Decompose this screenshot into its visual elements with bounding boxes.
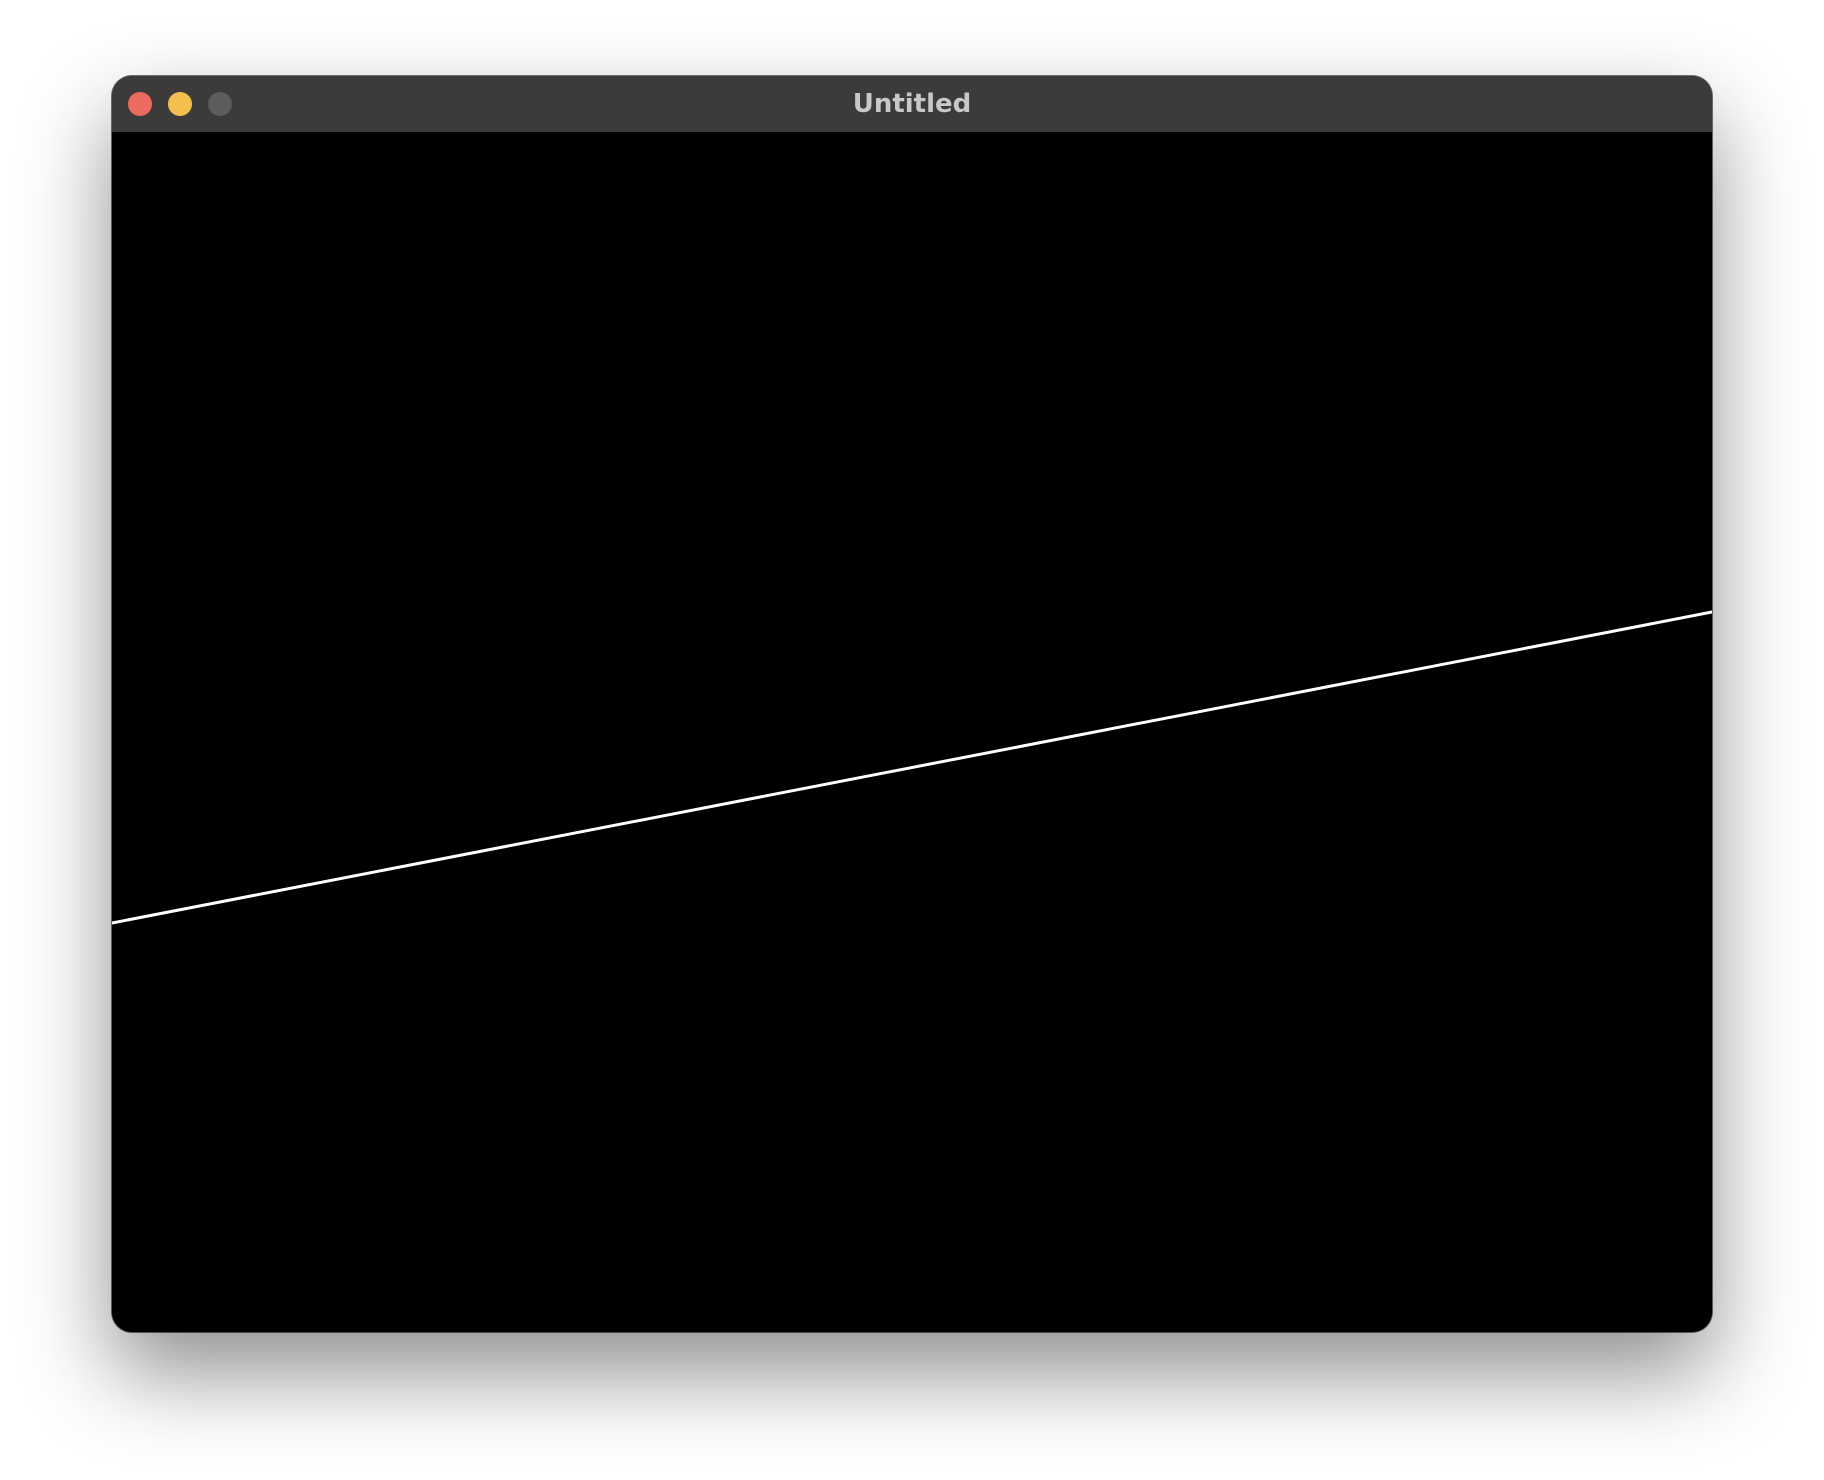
title-bar[interactable]: Untitled (112, 76, 1712, 133)
drawn-line (112, 610, 1712, 925)
window-title: Untitled (852, 89, 972, 119)
drawing-canvas[interactable] (112, 132, 1712, 1332)
app-window: Untitled (112, 76, 1712, 1332)
canvas-svg (112, 610, 1712, 925)
